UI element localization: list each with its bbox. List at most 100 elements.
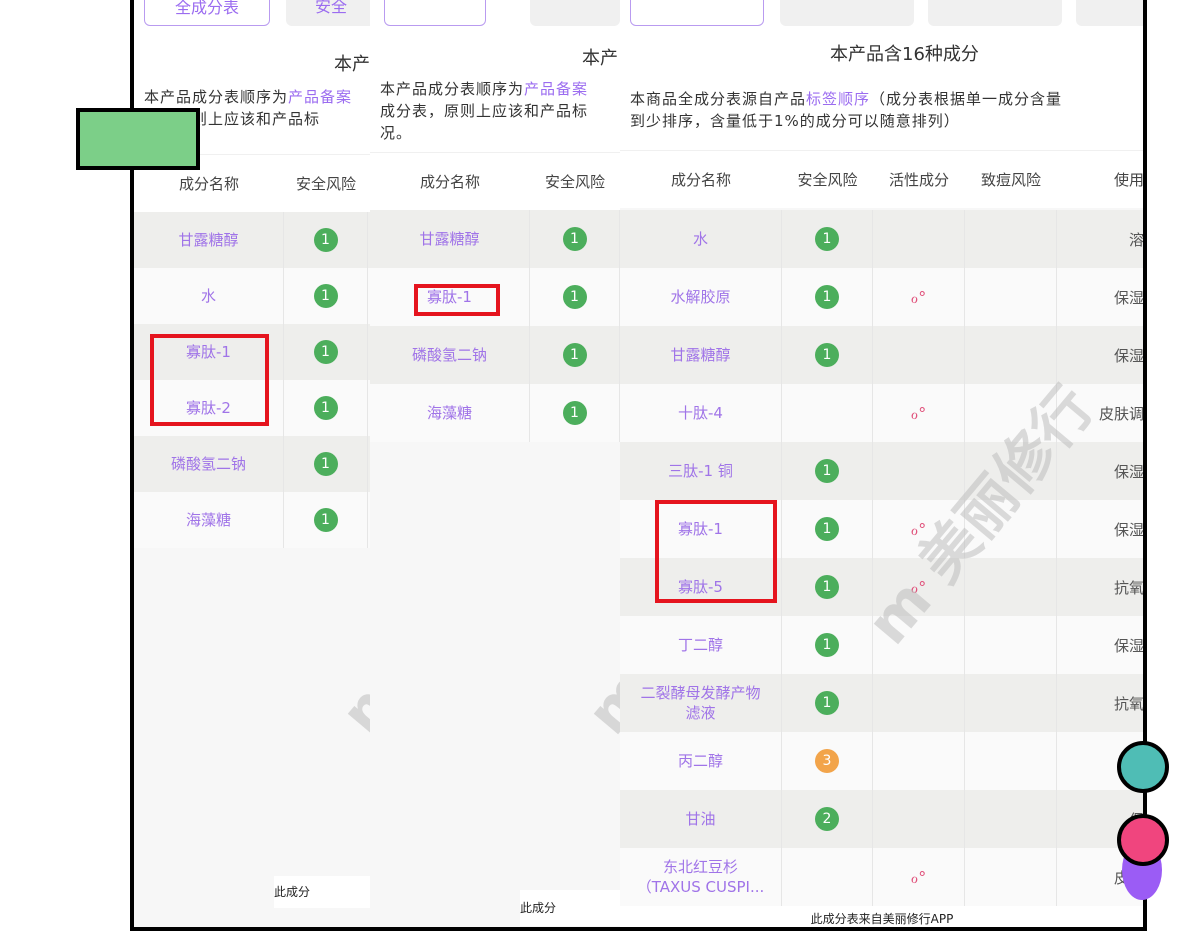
usage-cell: 保湿 <box>1057 500 1144 558</box>
source-footer: 此成分表来自美丽修行APP <box>620 906 1144 927</box>
table-row[interactable]: 东北红豆杉（TAXUS CUSPI...ℴ°皮肤 <box>620 848 1144 906</box>
description-line: 本产品成分表顺序为产品备案 <box>380 78 588 100</box>
active-cell: ℴ° <box>873 848 965 906</box>
summary-header: 本产品含16种成分本商品全成分表源自产品标签顺序（成分表根据单一成分含量到少排序… <box>620 36 1144 150</box>
table-row[interactable]: 水1 <box>134 268 370 324</box>
safety-risk-cell: 1 <box>284 268 368 324</box>
ingredient-name[interactable]: 丁二醇 <box>620 616 782 674</box>
ingredient-name[interactable]: 水 <box>134 268 284 324</box>
safety-risk-cell: 1 <box>530 210 620 268</box>
acne-risk-cell <box>965 268 1057 326</box>
risk-badge: 1 <box>563 401 587 425</box>
ingredient-name[interactable]: 二裂酵母发酵产物滤液 <box>620 674 782 732</box>
active-cell <box>873 442 965 500</box>
tab-1[interactable] <box>780 0 914 26</box>
tab-bar <box>370 0 620 36</box>
table-row[interactable]: 甘露糖醇 1 <box>370 210 620 268</box>
ingredient-name[interactable]: 丙二醇 <box>620 732 782 790</box>
tab-3[interactable] <box>1076 0 1144 26</box>
table-row[interactable]: 十肽-4ℴ°皮肤调 <box>620 384 1144 442</box>
safety-risk-cell: 1 <box>530 326 620 384</box>
tab-2[interactable] <box>928 0 1062 26</box>
ingredient-name[interactable]: 十肽-4 <box>620 384 782 442</box>
ingredient-name[interactable]: 甘露糖醇 <box>370 210 530 268</box>
table-header: 成分名称安全风险 <box>370 152 620 210</box>
table-row[interactable]: 甘露糖醇1保湿 <box>620 326 1144 384</box>
risk-badge: 1 <box>314 228 338 252</box>
table-row[interactable]: 甘露糖醇 1 <box>134 212 370 268</box>
tab-0[interactable] <box>384 0 486 26</box>
ingredient-name[interactable]: 三肽-1 铜 <box>620 442 782 500</box>
table-row[interactable]: 二裂酵母发酵产物滤液1抗氧 <box>620 674 1144 732</box>
table-row[interactable]: 甘油2保 <box>620 790 1144 848</box>
ingredient-count-title: 本产品含16种成分 <box>830 40 979 66</box>
risk-badge: 1 <box>314 396 338 420</box>
tab-1[interactable] <box>530 0 620 26</box>
column-header: 安全风险 <box>530 171 620 192</box>
acne-risk-cell <box>965 210 1057 268</box>
active-cell: ℴ° <box>873 500 965 558</box>
ingredient-name[interactable]: 磷酸氢二钠 <box>134 436 284 492</box>
usage-cell: 抗氧 <box>1057 558 1144 616</box>
table-row[interactable]: 丙二醇3保 <box>620 732 1144 790</box>
description-line: 到少排序，含量低于1%的成分可以随意排列） <box>630 110 1062 132</box>
usage-cell: 保湿 <box>1057 268 1144 326</box>
highlight-box <box>150 334 269 426</box>
usage-cell: 溶 <box>1057 210 1144 268</box>
table-row[interactable]: 水1 溶 <box>620 210 1144 268</box>
risk-badge: 1 <box>563 227 587 251</box>
safety-risk-cell <box>782 384 873 442</box>
acne-risk-cell <box>965 616 1057 674</box>
column-header: 致痘风险 <box>965 169 1057 190</box>
ingredient-name[interactable]: 磷酸氢二钠 <box>370 326 530 384</box>
tab-1[interactable]: 安全 <box>286 0 370 26</box>
ingredient-name[interactable]: 水解胶原 <box>620 268 782 326</box>
safety-risk-cell: 1 <box>284 436 368 492</box>
table-row[interactable]: 磷酸氢二钠1 <box>370 326 620 384</box>
description-link[interactable]: 产品备案 <box>524 80 588 98</box>
description-link[interactable]: 标签顺序 <box>806 90 870 108</box>
active-cell <box>873 326 965 384</box>
ingredient-name[interactable]: 甘露糖醇 <box>134 212 284 268</box>
safety-risk-cell: 1 <box>782 268 873 326</box>
safety-risk-cell: 3 <box>782 732 873 790</box>
ingredient-name[interactable]: 海藻糖 <box>134 492 284 548</box>
acne-risk-cell <box>965 442 1057 500</box>
panel-right: 本产品含16种成分本商品全成分表源自产品标签顺序（成分表根据单一成分含量到少排序… <box>620 0 1144 927</box>
safety-risk-cell: 1 <box>782 616 873 674</box>
safety-risk-cell: 1 <box>782 210 873 268</box>
ingredient-name[interactable]: 海藻糖 <box>370 384 530 442</box>
ingredient-table: 甘露糖醇1寡肽-11磷酸氢二钠1海藻糖1 <box>370 210 620 442</box>
description-line: 本产品成分表顺序为产品备案 <box>144 86 352 108</box>
description-link[interactable]: 产品备案 <box>288 88 352 106</box>
table-row[interactable]: 海藻糖1 <box>134 492 370 548</box>
description-line: 成分表，原则上应该和产品标 <box>380 100 588 122</box>
acne-risk-cell <box>965 326 1057 384</box>
risk-badge: 1 <box>314 340 338 364</box>
active-cell: ℴ° <box>873 558 965 616</box>
ingredient-name[interactable]: 东北红豆杉（TAXUS CUSPI... <box>620 848 782 906</box>
column-header: 安全风险 <box>284 173 368 194</box>
tab-0[interactable]: 全成分表 <box>144 0 270 26</box>
table-row[interactable]: 三肽-1 铜1保湿 <box>620 442 1144 500</box>
usage-cell: 抗氧 <box>1057 674 1144 732</box>
table-row[interactable]: 磷酸氢二钠 1 <box>134 436 370 492</box>
table-row[interactable]: 海藻糖 1 <box>370 384 620 442</box>
table-row[interactable]: 丁二醇1保湿 <box>620 616 1144 674</box>
ingredient-name[interactable]: 甘露糖醇 <box>620 326 782 384</box>
risk-badge: 1 <box>815 343 839 367</box>
active-ingredient-icon: ℴ° <box>911 288 926 307</box>
description-text: （成分表根据单一成分含量 <box>870 90 1062 108</box>
ingredient-name[interactable]: 甘油 <box>620 790 782 848</box>
acne-risk-cell <box>965 558 1057 616</box>
table-row[interactable]: 水解胶原1 ℴ° 保湿 <box>620 268 1144 326</box>
risk-badge: 1 <box>563 285 587 309</box>
risk-badge: 1 <box>314 452 338 476</box>
safety-risk-cell: 1 <box>284 380 368 436</box>
risk-badge: 2 <box>815 807 839 831</box>
tab-0[interactable] <box>630 0 764 26</box>
safety-risk-cell: 1 <box>530 384 620 442</box>
ingredient-name[interactable]: 水 <box>620 210 782 268</box>
description-text: 本商品全成分表源自产品 <box>630 90 806 108</box>
highlight-box <box>655 500 777 603</box>
